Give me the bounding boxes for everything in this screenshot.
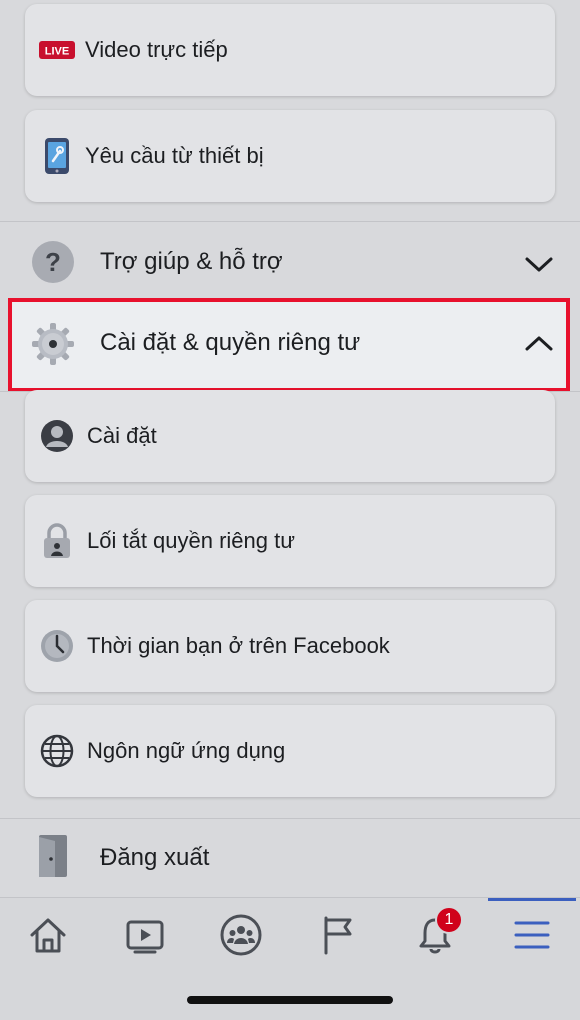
door-icon — [30, 833, 76, 879]
svg-text:?: ? — [45, 247, 61, 277]
section-settings-privacy[interactable]: Cài đặt & quyền riêng tư — [0, 302, 580, 388]
section-help-support[interactable]: ? Trợ giúp & hỗ trợ — [0, 222, 580, 302]
home-indicator[interactable] — [187, 996, 393, 1004]
menu-item-label: Ngôn ngữ ứng dụng — [87, 738, 286, 763]
home-icon — [30, 918, 66, 953]
tab-menu[interactable] — [502, 910, 562, 960]
svg-text:LIVE: LIVE — [45, 46, 69, 58]
menu-item-label: Lối tắt quyền riêng tư — [87, 528, 295, 553]
active-tab-indicator — [488, 898, 576, 901]
logout-row[interactable]: Đăng xuất — [0, 819, 580, 897]
profile-icon — [39, 418, 75, 454]
question-icon: ? — [30, 239, 76, 285]
menu-item-label: Thời gian bạn ở trên Facebook — [87, 633, 390, 658]
menu-item-live-video[interactable]: LIVE Video trực tiếp — [25, 4, 555, 96]
groups-icon — [220, 914, 262, 956]
lock-icon — [39, 523, 75, 559]
menu-item-label: Video trực tiếp — [85, 37, 228, 62]
tab-groups[interactable] — [211, 910, 271, 960]
section-label: Trợ giúp & hỗ trợ — [100, 248, 283, 275]
menu-item-app-language[interactable]: Ngôn ngữ ứng dụng — [25, 705, 555, 797]
notification-badge: 1 — [435, 906, 463, 934]
tab-notifications[interactable]: 1 — [405, 906, 465, 960]
menu-item-label: Yêu cầu từ thiết bị — [85, 143, 264, 168]
tab-pages[interactable] — [308, 910, 368, 960]
menu-item-label: Cài đặt — [87, 423, 157, 448]
globe-icon — [39, 733, 75, 769]
menu-item-device-requests[interactable]: Yêu cầu từ thiết bị — [25, 110, 555, 202]
tab-home[interactable] — [18, 910, 78, 960]
logout-label: Đăng xuất — [100, 844, 210, 871]
menu-item-time-on-facebook[interactable]: Thời gian bạn ở trên Facebook — [25, 600, 555, 692]
chevron-down-icon — [525, 257, 553, 272]
tab-watch[interactable] — [115, 910, 175, 960]
chevron-up-icon — [525, 336, 553, 351]
menu-item-privacy-shortcuts[interactable]: Lối tắt quyền riêng tư — [25, 495, 555, 587]
menu-item-settings[interactable]: Cài đặt — [25, 390, 555, 482]
live-icon: LIVE — [39, 32, 75, 68]
clock-icon — [39, 628, 75, 664]
video-icon — [126, 920, 164, 954]
gear-icon — [30, 321, 76, 367]
device-request-icon — [39, 138, 75, 174]
menu-icon — [514, 921, 550, 949]
flag-icon — [324, 916, 352, 955]
section-label: Cài đặt & quyền riêng tư — [100, 329, 361, 356]
